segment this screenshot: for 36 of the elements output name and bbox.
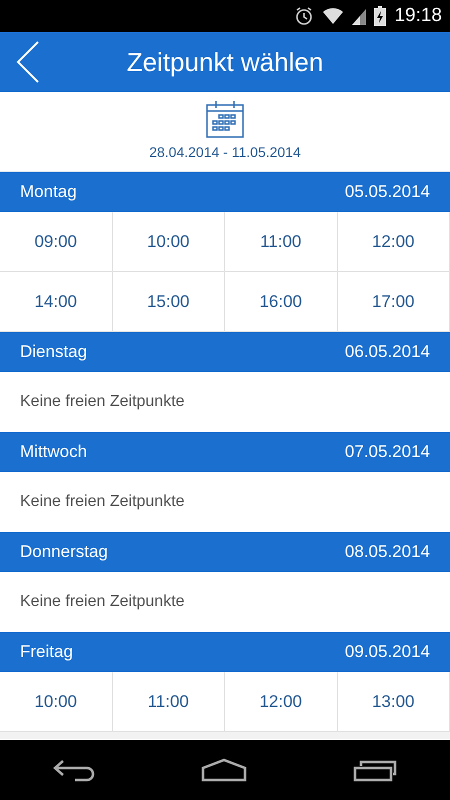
day-name: Freitag — [20, 641, 73, 664]
day-name: Mittwoch — [20, 441, 88, 464]
screen-title: Zeitpunkt wählen — [126, 46, 324, 78]
battery-icon — [374, 6, 386, 26]
day-name: Donnerstag — [20, 541, 108, 564]
time-slot[interactable]: 12:00 — [338, 212, 450, 272]
time-slot[interactable]: 10:00 — [112, 212, 225, 272]
day-date: 09.05.2014 — [344, 641, 430, 664]
signal-icon — [352, 7, 366, 25]
day-date: 08.05.2014 — [344, 541, 430, 564]
time-slot[interactable]: 09:00 — [0, 212, 112, 272]
wifi-icon — [322, 7, 344, 25]
time-slot[interactable]: 16:00 — [225, 272, 338, 332]
empty-message: Keine freien Zeitpunkte — [20, 492, 185, 512]
day-name: Dienstag — [20, 341, 88, 364]
day-name: Montag — [20, 181, 77, 204]
time-slot[interactable]: 13:00 — [338, 672, 450, 732]
alarm-icon — [294, 6, 314, 26]
time-slot[interactable]: 17:00 — [338, 272, 450, 332]
empty-message: Keine freien Zeitpunkte — [20, 392, 185, 412]
time-slot[interactable]: 15:00 — [112, 272, 225, 332]
time-slot[interactable]: 11:00 — [112, 672, 225, 732]
time-slot[interactable]: 14:00 — [0, 272, 112, 332]
status-time: 19:18 — [394, 4, 442, 28]
empty-message: Keine freien Zeitpunkte — [20, 592, 185, 612]
recent-apps-icon[interactable] — [353, 758, 397, 782]
day-date: 06.05.2014 — [344, 341, 430, 364]
day-date: 07.05.2014 — [344, 441, 430, 464]
time-slot[interactable]: 12:00 — [225, 672, 338, 732]
back-nav-icon[interactable] — [53, 758, 95, 782]
time-slot[interactable]: 11:00 — [225, 212, 338, 272]
date-range: 28.04.2014 - 11.05.2014 — [149, 143, 301, 162]
day-date: 05.05.2014 — [344, 181, 430, 204]
home-icon[interactable] — [201, 758, 247, 782]
calendar-icon — [206, 100, 244, 138]
time-slot[interactable]: 10:00 — [0, 672, 112, 732]
